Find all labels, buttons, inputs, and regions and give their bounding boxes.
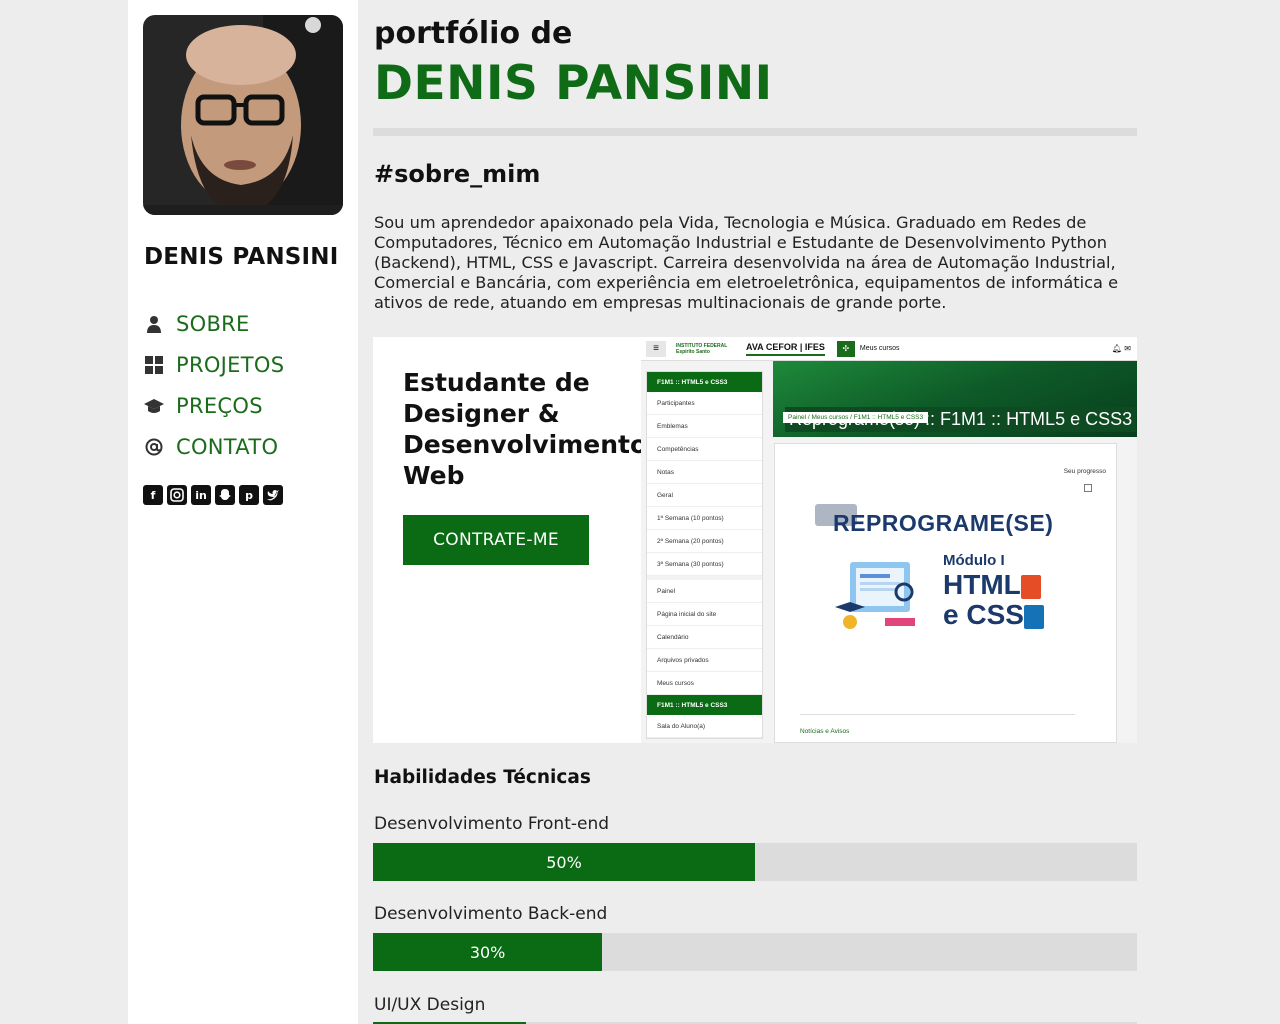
user-icon (144, 314, 164, 334)
css-text: e CSS (943, 599, 1024, 630)
html5-icon (1020, 574, 1041, 599)
social-links: f in p (143, 485, 283, 505)
snapchat-icon[interactable] (215, 485, 235, 505)
skill-fill: 30% (373, 933, 603, 971)
skill-fill: 50% (373, 843, 755, 881)
nav-item-projetos[interactable]: PROJETOS (144, 344, 284, 385)
css3-icon (1023, 604, 1044, 629)
hire-me-button[interactable]: CONTRATE-ME (403, 515, 589, 565)
shot-side-item: Sala do Aluno(a) (647, 715, 762, 738)
shot-courses: Meus cursos (859, 345, 900, 352)
at-sign-icon (144, 437, 164, 457)
grid-icon (144, 355, 164, 375)
shot-side-item: 2ª Semana (20 pontos) (647, 530, 762, 553)
shot-card: Seu progresso REPROGRAME(SE) Módulo I HT… (774, 443, 1117, 743)
shot-news: Notícias e Avisos (800, 728, 850, 735)
nav-label: CONTATO (176, 434, 279, 459)
course-logo: REPROGRAME(SE) (833, 510, 1054, 536)
shot-side-head: F1M1 :: HTML5 e CSS3 (647, 695, 762, 715)
skill-label: UI/UX Design (374, 995, 486, 1015)
shot-progress: Seu progresso (1063, 468, 1106, 475)
course-html-css: HTML e CSS (943, 570, 1044, 630)
shot-side-head: F1M1 :: HTML5 e CSS3 (647, 372, 762, 392)
shot-side-item: Arquivos privados (647, 649, 762, 672)
shot-sidebar: F1M1 :: HTML5 e CSS3 Participantes Emble… (646, 371, 763, 739)
facebook-icon[interactable]: f (143, 485, 163, 505)
module-label: Módulo I (943, 552, 1005, 569)
html-text: HTML (943, 569, 1021, 600)
nav-label: SOBRE (176, 311, 250, 336)
share-icon: ✣ (836, 340, 855, 357)
shot-side-item: 3ª Semana (30 pontos) (647, 553, 762, 576)
sidebar: DENIS PANSINI SOBRE PROJETOS PREÇOS CONT… (128, 0, 358, 1024)
checkbox-icon (1084, 484, 1092, 492)
shot-side-item: Competências (647, 438, 762, 461)
skill-bar: 30% (373, 933, 1137, 971)
twitter-icon[interactable] (263, 485, 283, 505)
hero-headline: Estudante de Designer & Desenvolvimento … (403, 368, 648, 490)
instagram-icon[interactable] (167, 485, 187, 505)
shot-side-item: Notas (647, 461, 762, 484)
shot-side-item: Meus cursos (647, 672, 762, 695)
nav-item-contato[interactable]: CONTATO (144, 426, 284, 467)
shot-divider (800, 714, 1075, 715)
sidebar-name: DENIS PANSINI (144, 244, 339, 270)
about-heading: #sobre_mim (374, 160, 541, 188)
page-title: DENIS PANSINI (374, 56, 773, 111)
shot-side-item: Emblemas (647, 415, 762, 438)
skill-bar: 50% (373, 843, 1137, 881)
shot-side-item: Geral (647, 484, 762, 507)
course-screenshot: ≡ INSTITUTO FEDERAL Espírito Santo AVA C… (641, 337, 1137, 743)
hero-banner: Estudante de Designer & Desenvolvimento … (373, 337, 1137, 743)
skills-heading: Habilidades Técnicas (374, 767, 591, 788)
avatar (143, 15, 343, 215)
shot-side-item: 1ª Semana (10 pontos) (647, 507, 762, 530)
skill-label: Desenvolvimento Front-end (374, 814, 610, 834)
skill-label: Desenvolvimento Back-end (374, 904, 608, 924)
sidebar-nav: SOBRE PROJETOS PREÇOS CONTATO (144, 303, 284, 467)
pinterest-icon[interactable]: p (239, 485, 259, 505)
divider (373, 128, 1137, 136)
shot-side-item: Painel (647, 580, 762, 603)
shot-side-item: Calendário (647, 626, 762, 649)
nav-item-precos[interactable]: PREÇOS (144, 385, 284, 426)
menu-icon: ≡ (646, 340, 666, 357)
nav-label: PREÇOS (176, 393, 263, 418)
nav-item-sobre[interactable]: SOBRE (144, 303, 284, 344)
shot-side-item: Participantes (647, 392, 762, 415)
nav-label: PROJETOS (176, 352, 285, 377)
linkedin-icon[interactable]: in (191, 485, 211, 505)
shot-topbar: ≡ INSTITUTO FEDERAL Espírito Santo AVA C… (641, 337, 1137, 361)
shot-breadcrumb: Painel / Meus cursos / F1M1 :: HTML5 e C… (783, 412, 929, 423)
illustration-icon (835, 562, 915, 629)
shot-logo: INSTITUTO FEDERAL Espírito Santo (676, 342, 728, 355)
shot-brand: AVA CEFOR | IFES (746, 342, 825, 356)
shot-banner: Reprograme(se) :: F1M1 :: HTML5 e CSS3 (773, 361, 1137, 437)
shot-side-item: Página inicial do site (647, 603, 762, 626)
header-pretitle: portfólio de (374, 16, 573, 51)
about-text: Sou um aprendedor apaixonado pela Vida, … (374, 213, 1119, 312)
graduation-cap-icon (144, 396, 164, 416)
bell-icon: 🔔︎ ✉︎ (1111, 344, 1131, 353)
